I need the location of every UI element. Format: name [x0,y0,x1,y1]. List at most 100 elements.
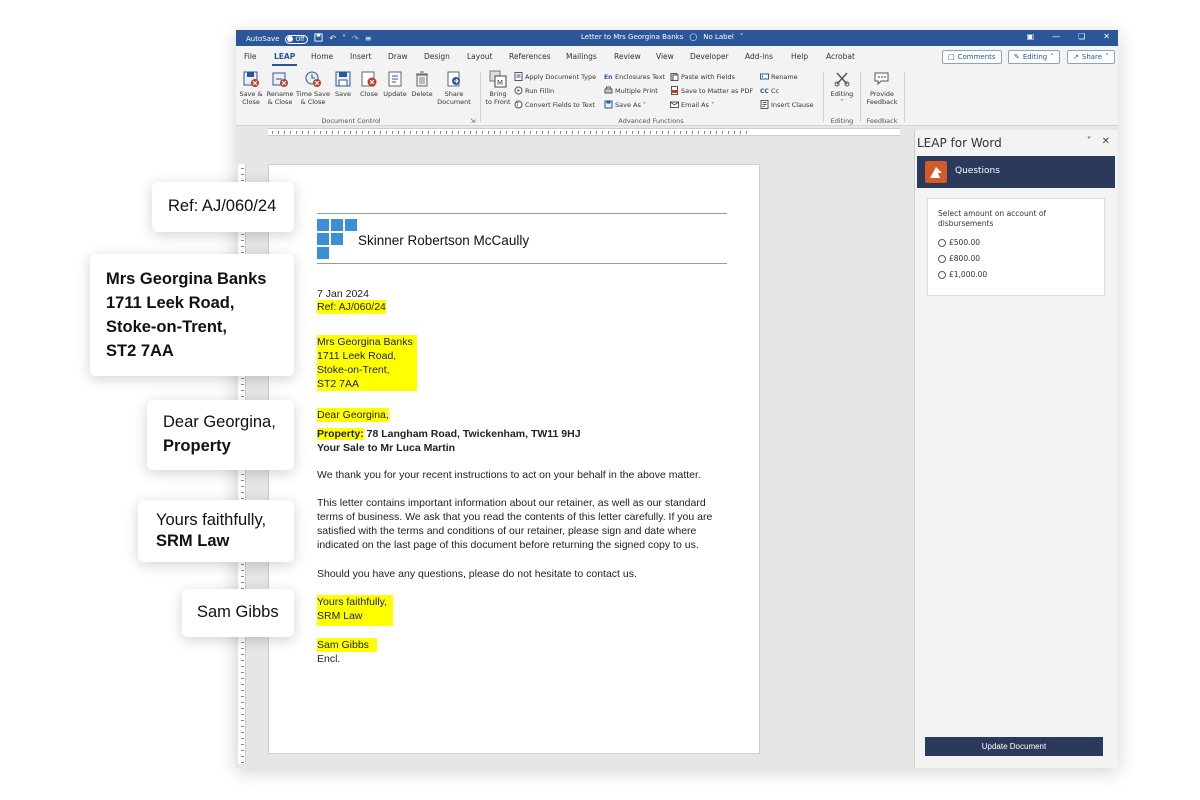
tab-view[interactable]: View [656,52,674,61]
address-line: Stoke-on-Trent, [317,364,390,376]
ruler-tick [470,131,471,134]
clause-icon [760,100,769,109]
chevron-down-icon: ˅ [739,33,744,41]
callout-property-line: Property [163,437,231,455]
insert-clause-button[interactable]: Insert Clause [760,100,814,109]
convert-fields-button[interactable]: T Convert Fields to Text [514,100,595,109]
save-label: Save [335,90,351,98]
ruler-tick [241,234,244,235]
tab-add-ins[interactable]: Add-ins [745,52,773,61]
ruler-tick [572,131,573,134]
group-separator [480,72,481,122]
tab-mailings[interactable]: Mailings [566,52,597,61]
tab-review[interactable]: Review [614,52,641,61]
update-label: Update [383,90,407,98]
dialog-launcher-icon[interactable]: ⇲ [469,117,477,125]
option-800[interactable]: £800.00 [938,254,980,263]
ruler-tick [296,131,297,134]
autosave-toggle[interactable]: Off [285,34,309,44]
bring-to-front-button[interactable]: M Bring to Front [483,70,513,106]
undo-dropdown-icon[interactable]: ˅ [342,34,346,44]
editing-mode-button[interactable]: ✎ Editing ˅ [1008,50,1060,64]
document-title-area[interactable]: Letter to Mrs Georgina Banks ◯ No Label … [581,33,743,41]
tab-home[interactable]: Home [311,52,333,61]
comments-button[interactable]: □ Comments [942,50,1002,64]
paste-with-fields-button[interactable]: Paste with Fields [670,72,735,81]
tab-draw[interactable]: Draw [388,52,408,61]
ruler-tick [241,582,244,583]
horizontal-ruler[interactable] [268,128,900,136]
ruler-tick [746,131,747,134]
tab-insert[interactable]: Insert [350,52,372,61]
callout-address: Mrs Georgina Banks 1711 Leek Road, Stoke… [90,254,294,376]
tab-developer[interactable]: Developer [690,52,729,61]
ruler-tick [241,174,244,175]
chevron-down-icon[interactable]: ˅ [1087,136,1092,147]
update-button[interactable]: Update [382,70,408,98]
ruler-tick [241,708,244,709]
delete-button[interactable]: Delete [410,70,434,98]
quick-access-toolbar: AutoSave Off ↶ ˅ ↷ ≡ [246,33,371,45]
convert-fields-label: Convert Fields to Text [525,100,595,109]
save-to-matter-pdf-button[interactable]: Save to Matter as PDF [670,86,753,95]
provide-feedback-button[interactable]: Provide Feedback [863,70,901,106]
sensitivity-label: No Label [703,33,734,41]
rename-close-button[interactable]: Rename & Close [265,70,295,106]
radio-button[interactable] [938,254,946,263]
pdf-icon [670,86,679,95]
tab-leap[interactable]: LEAP [271,52,298,66]
radio-button[interactable] [938,270,946,279]
close-doc-button[interactable]: Close [357,70,381,98]
save-icon[interactable] [314,33,323,45]
radio-button[interactable] [938,238,946,247]
close-icon[interactable]: ✕ [1103,32,1110,41]
undo-icon[interactable]: ↶ [329,34,336,44]
option-500[interactable]: £500.00 [938,238,980,247]
tab-references[interactable]: References [509,52,551,61]
enclosures-text-button[interactable]: En Enclosures Text [604,72,665,82]
tab-acrobat[interactable]: Acrobat [826,52,855,61]
share-button[interactable]: ↗ Share ˅ [1067,50,1115,64]
ruler-tick [344,131,345,134]
tab-file[interactable]: File [244,52,257,61]
cc-button[interactable]: CC Cc [760,86,779,96]
save-icon [334,70,352,88]
ruler-tick [380,131,381,134]
customize-toolbar-icon[interactable]: ≡ [365,34,372,44]
tab-help[interactable]: Help [791,52,808,61]
rename-close-icon [271,70,289,88]
ruler-tick [241,660,244,661]
document-title: Letter to Mrs Georgina Banks [581,33,684,41]
redo-icon[interactable]: ↷ [352,34,359,44]
ruler-tick [398,131,399,134]
document-page[interactable]: Skinner Robertson McCaully 7 Jan 2024 Re… [268,164,760,754]
ruler-tick [241,474,244,475]
paste-icon [670,72,679,81]
rename-button[interactable]: Rename [760,72,798,81]
leap-logo-icon [925,161,947,183]
share-document-button[interactable]: Share Document [436,70,472,106]
ruler-tick [241,480,244,481]
time-save-close-button[interactable]: Time Save & Close [296,70,330,106]
multiple-print-button[interactable]: Multiple Print [604,86,658,95]
ruler-tick [656,131,657,134]
apply-document-type-button[interactable]: Apply Document Type [514,72,596,81]
update-document-button[interactable]: Update Document [925,737,1103,756]
tab-layout[interactable]: Layout [467,52,493,61]
minimize-icon[interactable]: — [1052,32,1060,41]
save-close-button[interactable]: Save & Close [238,70,264,106]
editing-button[interactable]: Editing ˅ [827,70,857,106]
email-as-button[interactable]: Email As ˅ [670,100,714,109]
tab-design[interactable]: Design [424,52,450,61]
run-fillin-button[interactable]: Run Fillin [514,86,554,95]
save-as-button[interactable]: Save As ˅ [604,100,646,109]
ruler-tick [314,131,315,134]
restore-icon[interactable]: ❏ [1078,32,1085,41]
address-line: ST2 7AA [317,378,360,390]
ruler-tick [241,738,244,739]
option-1000[interactable]: £1,000.00 [938,270,987,279]
ruler-tick [350,131,351,134]
close-pane-icon[interactable]: ✕ [1102,136,1110,147]
ribbon-display-icon[interactable]: ▣ [1027,32,1035,41]
save-button[interactable]: Save [332,70,354,98]
